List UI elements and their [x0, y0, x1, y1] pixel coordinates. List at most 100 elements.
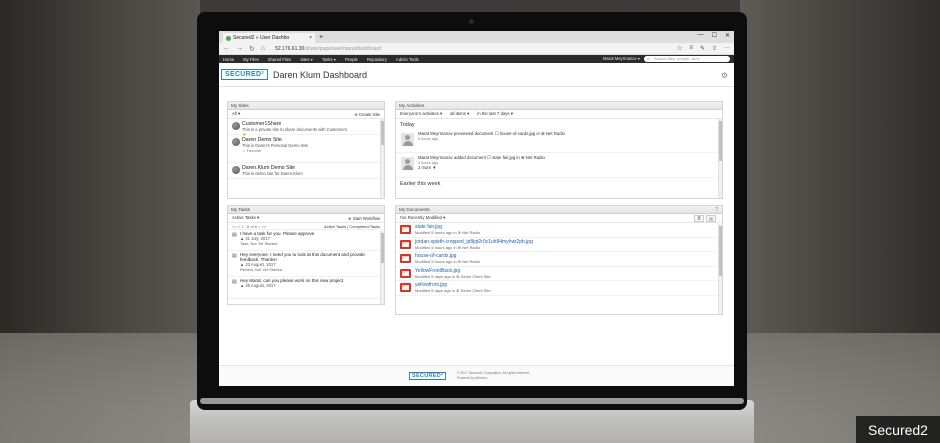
nav-shared-files[interactable]: Shared Files: [268, 57, 292, 62]
document-meta: Modified 5 hours ago in ⊕ Net Radio: [415, 230, 480, 235]
activity-day-heading: Today: [400, 122, 415, 128]
nav-home[interactable]: Home: [223, 57, 234, 62]
powered-by-text: Powered by Alfresco.: [457, 376, 488, 380]
sites-filter-dropdown[interactable]: All ▾: [232, 111, 240, 117]
web-note-icon[interactable]: ✎: [700, 45, 705, 52]
activity-type-filter[interactable]: all items ▾: [450, 111, 469, 117]
task-view-links[interactable]: Active Tasks | Completed Tasks: [324, 224, 380, 229]
hub-icon[interactable]: ≡: [689, 45, 693, 52]
document-item[interactable]: house-of-cards.jpg Modified 5 hours ago …: [396, 252, 722, 267]
document-item[interactable]: YellowFrontBack.jpg Modified 5 days ago …: [396, 267, 722, 281]
browser-toolbar-icons: ☆ ≡ ✎ ⇪ ···: [677, 45, 730, 52]
back-icon[interactable]: ←: [223, 45, 230, 52]
avatar[interactable]: [401, 133, 414, 146]
site-globe-icon: [232, 166, 240, 174]
nav-people[interactable]: People: [345, 57, 358, 62]
new-tab-button[interactable]: +: [319, 33, 323, 43]
nav-tasks[interactable]: Tasks ▾: [322, 57, 336, 62]
site-item[interactable]: Daren Demo Site This is Daren's Personal…: [228, 135, 384, 163]
nav-my-files[interactable]: My Files: [243, 57, 259, 62]
task-item[interactable]: ▤ Hey everyone, I need you to look at th…: [228, 251, 384, 277]
nav-sites[interactable]: Sites ▾: [300, 57, 313, 62]
search-placeholder: Search files, people, sites: [654, 56, 700, 61]
site-item[interactable]: Customer1Share This is a private site to…: [228, 119, 384, 138]
create-site-button[interactable]: ⊕ Create Site: [354, 112, 380, 117]
create-site-label: Create Site: [359, 112, 380, 117]
task-list-icon: ▤: [232, 253, 237, 259]
favorite-toggle[interactable]: ☆ Favorite: [242, 148, 380, 153]
activity-range-filter[interactable]: in the last 7 days ▾: [477, 111, 513, 117]
dashlet-title: My Activities: [396, 102, 722, 110]
dashlet-title: My Tasks: [228, 206, 384, 214]
site-item[interactable]: Daren.Klum Demo Site This is demo site f…: [228, 163, 384, 179]
forward-icon[interactable]: →: [236, 45, 243, 52]
documents-scrollbar[interactable]: [718, 224, 722, 314]
simple-view-icon[interactable]: ▤: [706, 215, 716, 222]
scroll-thumb[interactable]: [381, 121, 384, 145]
maximize-icon[interactable]: ☐: [712, 32, 717, 39]
browser-tab-bar: Secured2 » User Dashbo × + — ☐ ✕: [219, 31, 734, 43]
sites-scrollbar[interactable]: [380, 119, 384, 198]
url-path: /share/page/user/marat/dashboard: [304, 45, 382, 52]
image-file-icon: [400, 225, 411, 234]
document-meta: Modified 5 days ago in ⊕ Demo Client Sit…: [415, 288, 491, 293]
site-description: This is demo site for Daren.Klum: [242, 171, 303, 176]
task-status: Task, Not Yet Started: [240, 241, 278, 246]
pagination[interactable]: << < 1 - 6 of 6 > >>: [232, 224, 266, 229]
my-activities-dashlet: My Activities Everyone's activities ▾ al…: [395, 101, 723, 199]
laptop-hinge: [200, 398, 744, 404]
task-item[interactable]: ▤ Hey Marat, can you please work on this…: [228, 277, 384, 299]
my-sites-dashlet: My Sites All ▾ ⊕ Create Site Customer1Sh…: [227, 101, 385, 199]
task-list-icon: ▤: [232, 232, 237, 238]
nav-admin-tools[interactable]: Admin Tools: [396, 57, 419, 62]
my-documents-dashlet: My Documents ? I've Recently Modified ▾ …: [395, 205, 723, 315]
refresh-icon[interactable]: ↻: [249, 45, 255, 53]
close-tab-icon[interactable]: ×: [309, 35, 312, 41]
tasks-filter-dropdown[interactable]: Active Tasks ▾: [232, 215, 259, 221]
site-globe-icon: [232, 122, 240, 130]
help-icon[interactable]: ?: [715, 207, 718, 213]
documents-filter-dropdown[interactable]: I've Recently Modified ▾: [400, 215, 445, 221]
scroll-thumb[interactable]: [381, 233, 384, 263]
close-window-icon[interactable]: ✕: [725, 32, 730, 39]
document-meta: Modified 5 days ago in ⊕ Demo Client Sit…: [415, 273, 491, 279]
browser-tab[interactable]: Secured2 » User Dashbo ×: [223, 33, 315, 43]
task-due-date: ▲ 25 August, 2017: [240, 283, 276, 288]
task-description[interactable]: Hey everyone, I need you to look at this…: [240, 252, 380, 262]
page-title: Daren Klum Dashboard: [272, 69, 368, 80]
document-item[interactable]: yellowfront.jpg Modified 5 days ago in ⊕…: [396, 281, 722, 296]
detailed-view-icon[interactable]: ≣: [694, 215, 704, 222]
activities-scrollbar[interactable]: [718, 119, 722, 198]
tasks-scrollbar[interactable]: [380, 231, 384, 304]
user-menu[interactable]: Marat Meyrmanov ▾: [603, 56, 640, 61]
task-list-icon: ▤: [232, 279, 237, 285]
gear-icon[interactable]: ⚙: [721, 71, 728, 80]
start-workflow-label: Start Workflow: [352, 216, 380, 221]
secured2-logo[interactable]: SECURED²: [221, 69, 268, 80]
task-item[interactable]: ▤ I have a task for you. Please approve …: [228, 230, 384, 251]
start-workflow-button[interactable]: ⊕ Start Workflow: [348, 216, 380, 221]
activity-time: 5 hours ago: [418, 137, 439, 141]
home-icon[interactable]: ⌂: [261, 45, 265, 52]
favorite-star-icon[interactable]: ☆: [677, 45, 682, 52]
scroll-thumb[interactable]: [719, 226, 722, 276]
activity-user-filter[interactable]: Everyone's activities ▾: [400, 111, 442, 117]
window-controls: — ☐ ✕: [698, 32, 730, 39]
avatar[interactable]: [401, 157, 414, 170]
my-tasks-dashlet: My Tasks Active Tasks ▾ ⊕ Start Workflow…: [227, 205, 385, 305]
minimize-icon[interactable]: —: [698, 32, 704, 39]
document-item[interactable]: state fair.jpg Modified 5 hours ago in ⊕…: [396, 223, 722, 238]
search-input[interactable]: ⌕ Search files, people, sites: [644, 56, 730, 62]
document-item[interactable]: jordan-spieth-cropped_ip8jqt2r0c1uh84myh…: [396, 238, 722, 252]
url-field[interactable]: 52.176.61.30/share/page/user/marat/dashb…: [275, 46, 381, 52]
task-date-text: 25 August, 2017: [245, 283, 276, 288]
scroll-thumb[interactable]: [719, 121, 722, 161]
nav-repository[interactable]: Repository: [367, 57, 387, 62]
more-link[interactable]: 2 more ▼: [418, 165, 718, 170]
more-icon[interactable]: ···: [724, 45, 730, 52]
activities-toolbar: Everyone's activities ▾ all items ▾ in t…: [396, 110, 722, 119]
activity-item: Marat Meyrmanov added document ☐ state f…: [396, 153, 722, 178]
address-bar: ← → ↻ ⌂ 52.176.61.30/share/page/user/mar…: [219, 43, 734, 55]
share-icon[interactable]: ⇪: [712, 45, 717, 52]
dashlet-title: My Sites: [228, 102, 384, 110]
